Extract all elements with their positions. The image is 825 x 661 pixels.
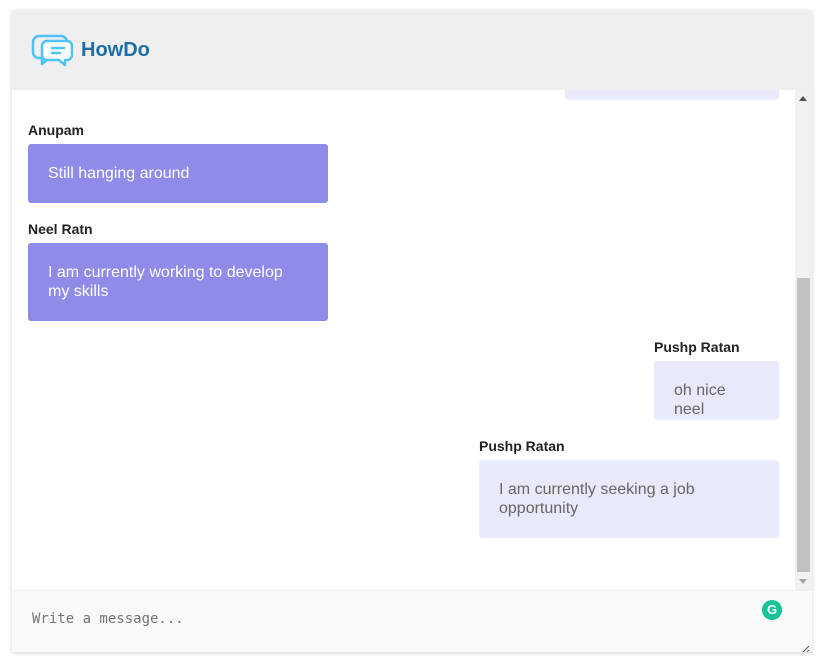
message-list-scrollbar[interactable] [795,90,812,590]
message-sender: Anupam [28,122,84,138]
message-item: Anupam Still hanging around [28,122,328,203]
chat-header: HowDo [12,10,812,90]
grammarly-icon[interactable]: G [762,600,782,620]
message-item: Neel Ratn I am currently working to deve… [28,221,328,321]
scroll-up-arrow-icon[interactable] [799,96,807,101]
message-item: Pushp Ratan oh nice neel [654,339,779,420]
message-bubble: I am currently working to develop my ski… [28,243,328,321]
message-bubble: Still hanging around [28,144,328,203]
message-input[interactable] [12,591,812,652]
chat-window: HowDo Anupam Still hanging around Neel R… [12,10,812,652]
scroll-down-arrow-icon[interactable] [799,579,807,584]
message-bubble-partial [565,90,779,100]
message-sender: Pushp Ratan [479,438,565,454]
app-title: HowDo [81,39,150,61]
message-bubble: oh nice neel [654,361,779,420]
chat-bubbles-icon [31,32,74,68]
message-list[interactable]: Anupam Still hanging around Neel Ratn I … [12,90,795,590]
message-item: Pushp Ratan I am currently seeking a job… [479,438,779,538]
message-sender: Neel Ratn [28,221,93,237]
message-bubble: I am currently seeking a job opportunity [479,460,779,538]
message-sender: Pushp Ratan [654,339,740,355]
scrollbar-thumb[interactable] [797,278,810,572]
message-composer: G [12,590,812,652]
resize-handle-icon[interactable] [800,641,810,652]
